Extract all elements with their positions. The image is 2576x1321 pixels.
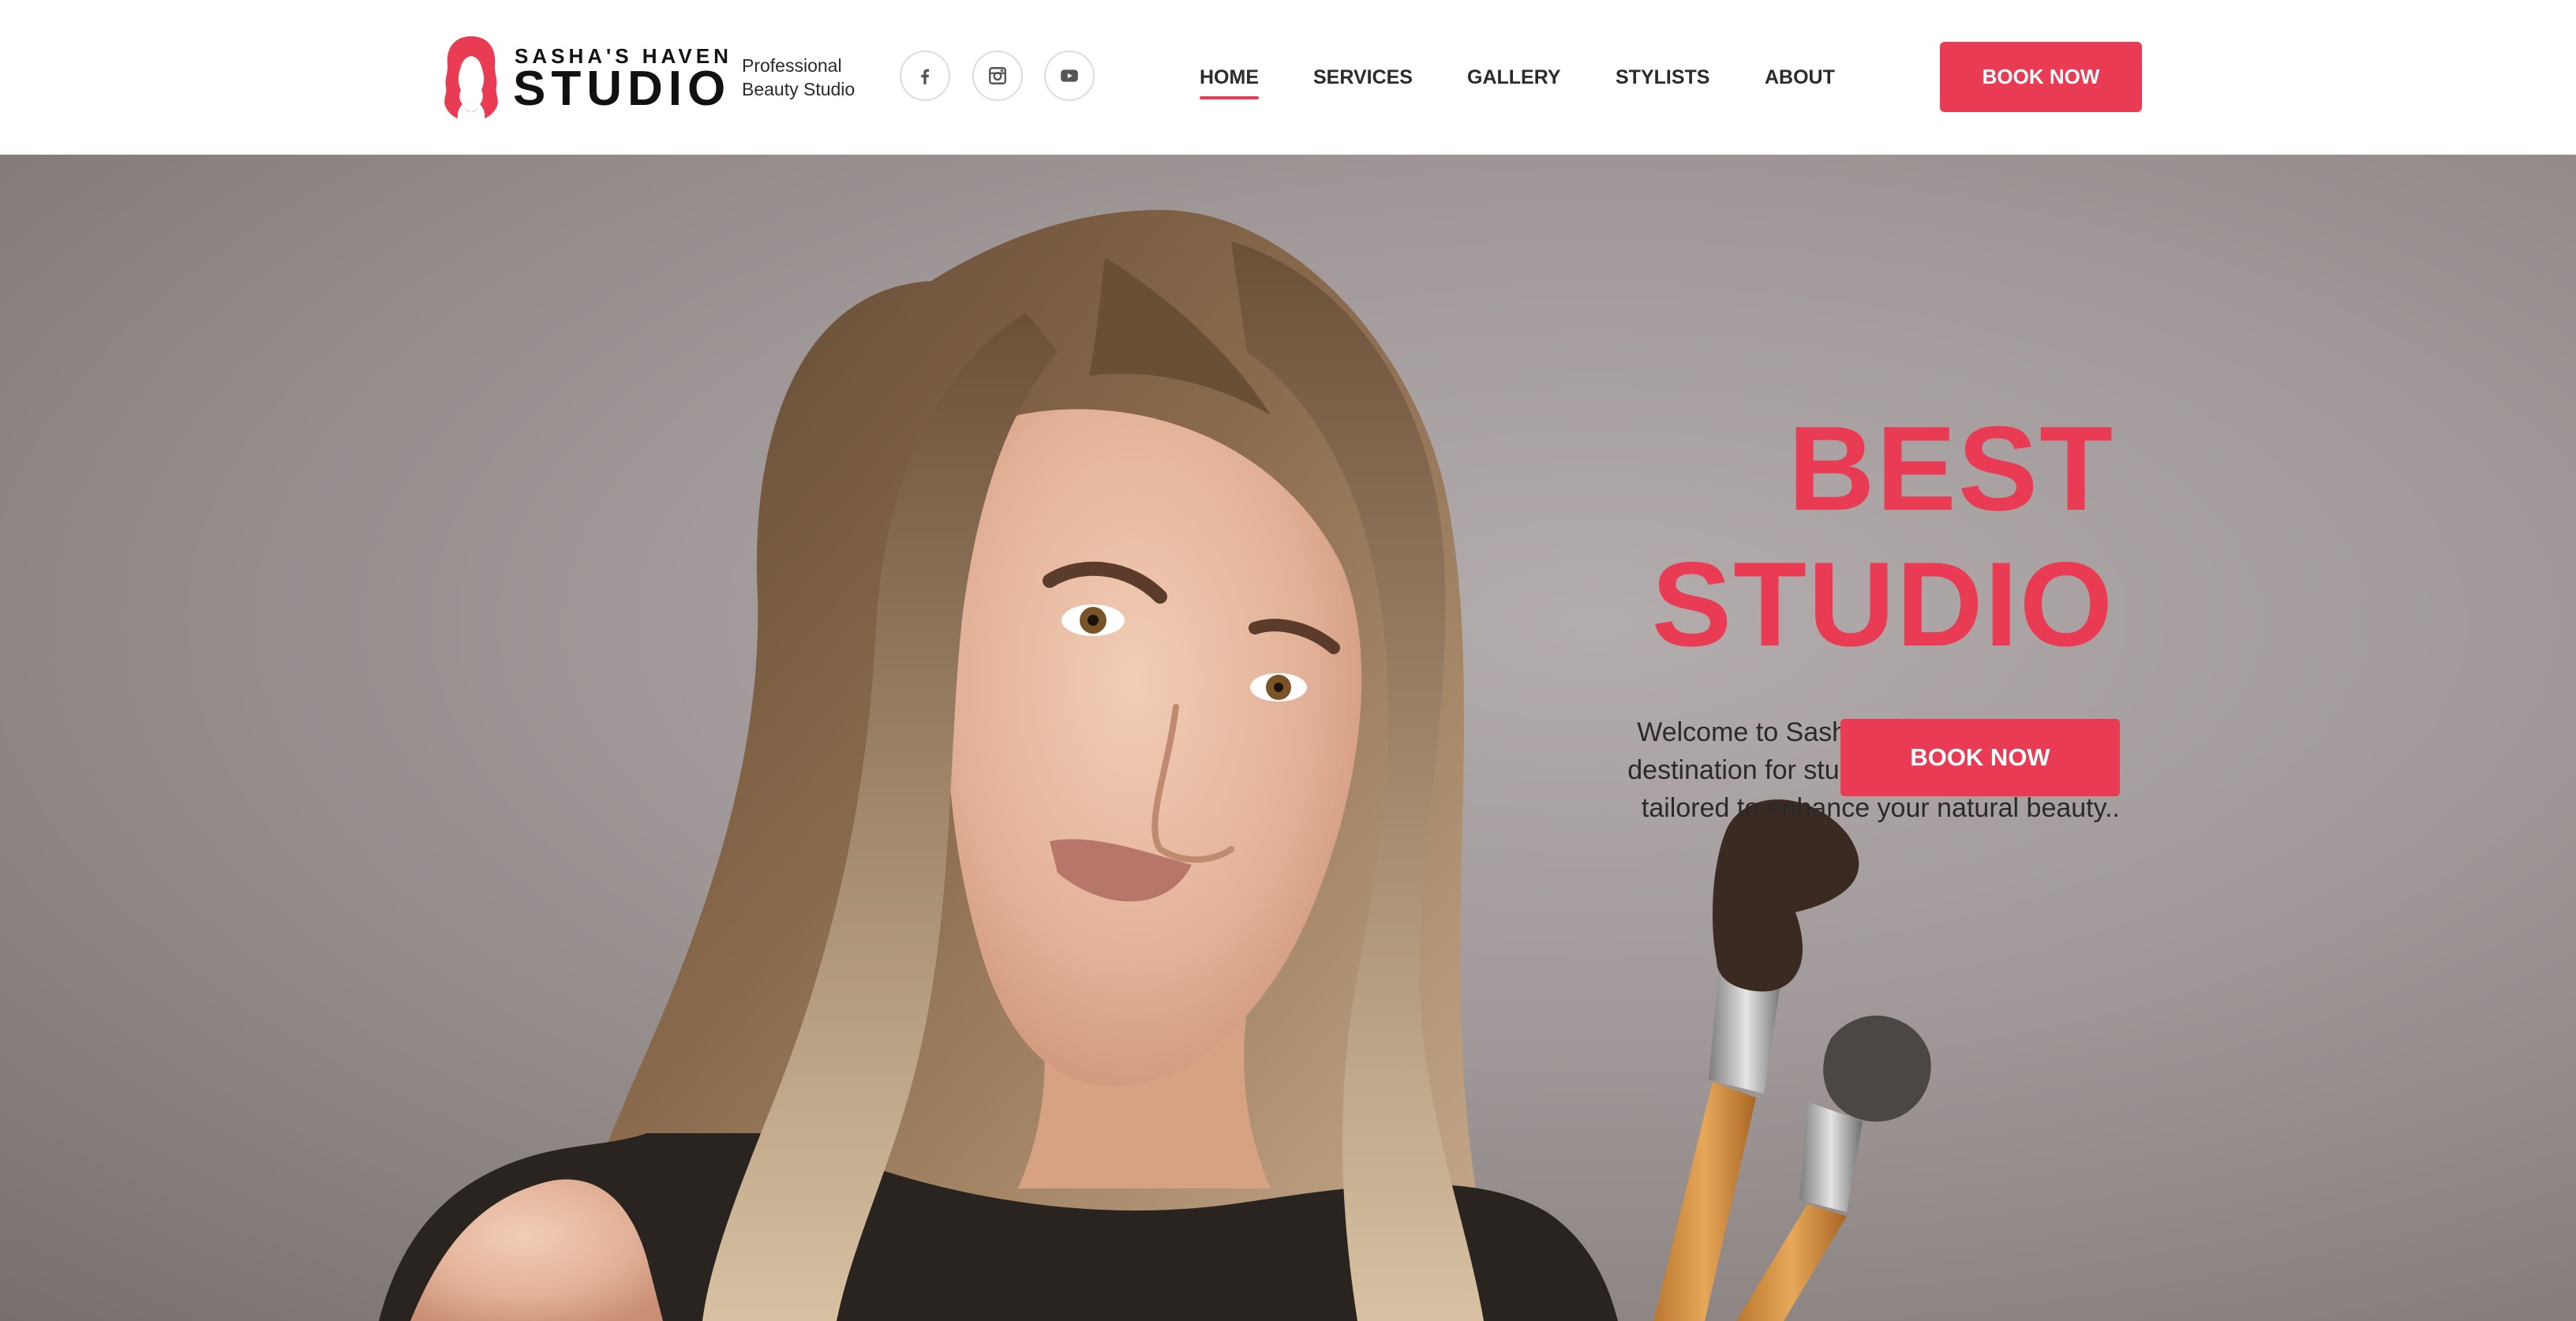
- brand-logo[interactable]: SASHA'S HAVEN STUDIO: [440, 35, 728, 122]
- youtube-icon: [1061, 69, 1078, 82]
- instagram-link[interactable]: [972, 51, 1023, 101]
- youtube-link[interactable]: [1044, 51, 1095, 101]
- site-header: SASHA'S HAVEN STUDIO Professional Beauty…: [0, 0, 2576, 155]
- nav-home[interactable]: HOME: [1200, 66, 1259, 101]
- hero-book-now-button[interactable]: BOOK NOW: [1840, 719, 2120, 796]
- facebook-link[interactable]: [900, 51, 950, 101]
- hero-model-photo: [379, 210, 1931, 1321]
- tagline-line-2: Beauty Studio: [742, 79, 856, 99]
- nav-gallery[interactable]: GALLERY: [1467, 66, 1561, 101]
- hero-title: BEST STUDIO: [1652, 401, 2114, 672]
- hero-title-line-2: STUDIO: [1651, 537, 2114, 672]
- hero-title-line-1: BEST: [1788, 402, 2114, 536]
- instagram-icon: [989, 67, 1006, 84]
- nav-stylists[interactable]: STYLISTS: [1616, 66, 1709, 101]
- brand-tagline: Professional Beauty Studio: [742, 54, 855, 101]
- hero-section: BEST STUDIO Welcome to Sasha Beauty Stud…: [0, 155, 2576, 1321]
- brand-name-main: STUDIO: [513, 62, 732, 116]
- tagline-line-1: Professional: [742, 55, 842, 76]
- facebook-icon: [921, 69, 930, 84]
- header-book-now-button[interactable]: BOOK NOW: [1940, 42, 2142, 112]
- woman-hair-logo-icon: [444, 36, 498, 118]
- nav-services[interactable]: SERVICES: [1313, 66, 1413, 101]
- nav-about[interactable]: ABOUT: [1765, 66, 1835, 101]
